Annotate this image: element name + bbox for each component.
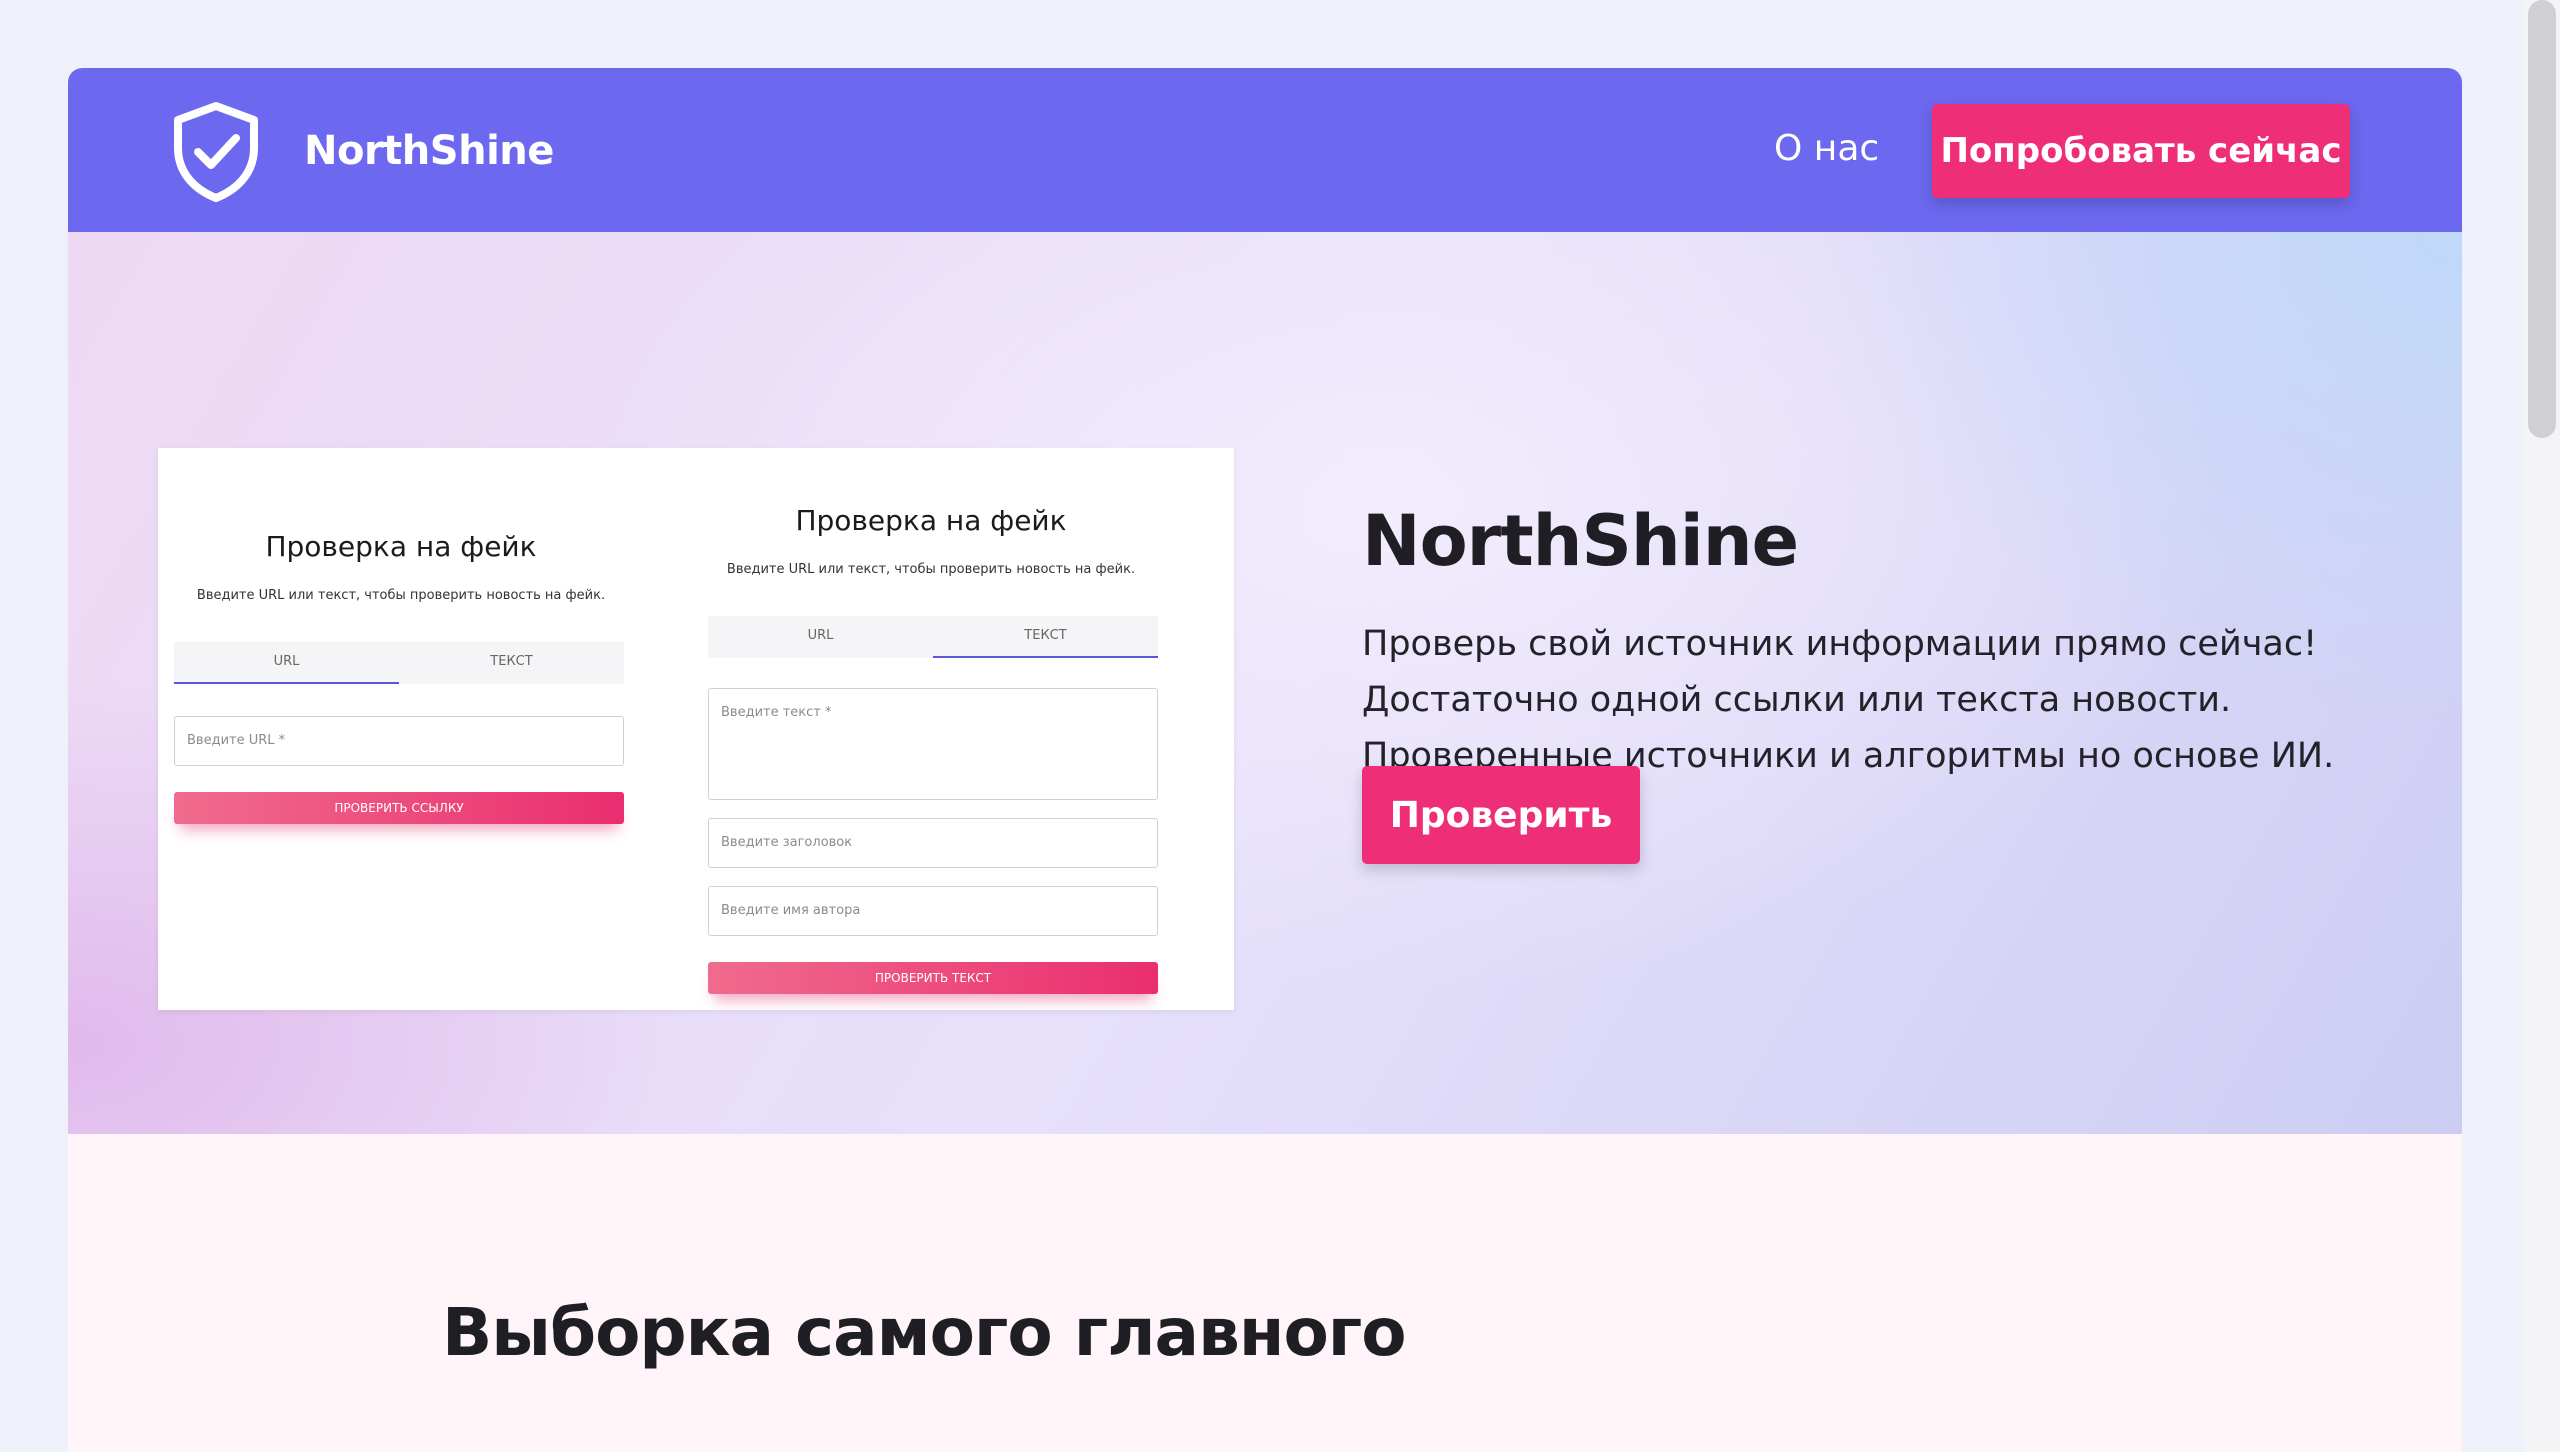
scrollbar-thumb[interactable]	[2528, 0, 2556, 438]
page-card: NorthShine О нас Попробовать сейчас Пров…	[68, 68, 2462, 1452]
text-form-tabs: URL Текст	[708, 616, 1158, 658]
text-form-author-field: Введите имя автора	[708, 886, 1158, 936]
hero-title: NorthShine	[1362, 500, 1799, 582]
text-form-tab-text: Текст	[933, 616, 1158, 658]
url-form-subtitle: Введите URL или текст, чтобы проверить н…	[196, 588, 606, 603]
url-form-tab-url: URL	[174, 642, 399, 684]
try-now-button[interactable]: Попробовать сейчас	[1932, 104, 2350, 198]
text-form-submit: Проверить текст	[708, 962, 1158, 994]
url-form-title: Проверка на фейк	[265, 530, 537, 563]
section-heading: Выборка самого главного	[442, 1294, 1407, 1371]
nav-link-about[interactable]: О нас	[1774, 128, 1879, 169]
url-form-tabs: URL Текст	[174, 642, 624, 684]
url-form-url-field: Введите URL *	[174, 716, 624, 766]
hero-description: Проверь свой источник информации прямо с…	[1362, 616, 2422, 784]
navbar: NorthShine О нас Попробовать сейчас	[68, 68, 2462, 232]
text-form-text-field: Введите текст *	[708, 688, 1158, 800]
brand-name[interactable]: NorthShine	[304, 128, 554, 174]
check-button[interactable]: Проверить	[1362, 766, 1640, 864]
text-form-subtitle: Введите URL или текст, чтобы проверить н…	[726, 562, 1136, 577]
text-form-title: Проверка на фейк	[795, 504, 1067, 537]
url-form-submit: Проверить ссылку	[174, 792, 624, 824]
form-preview-image: Проверка на фейк Введите URL или текст, …	[158, 448, 1234, 1010]
hero-line: Проверь свой источник информации прямо с…	[1362, 624, 2318, 664]
hero-line: Достаточно одной ссылки или текста новос…	[1362, 680, 2232, 720]
url-form-tab-text: Текст	[490, 654, 533, 669]
text-form-tab-url: URL	[807, 628, 834, 643]
hero-section: Проверка на фейк Введите URL или текст, …	[68, 232, 2462, 1134]
text-form-headline-field: Введите заголовок	[708, 818, 1158, 868]
shield-check-icon[interactable]	[170, 100, 262, 202]
